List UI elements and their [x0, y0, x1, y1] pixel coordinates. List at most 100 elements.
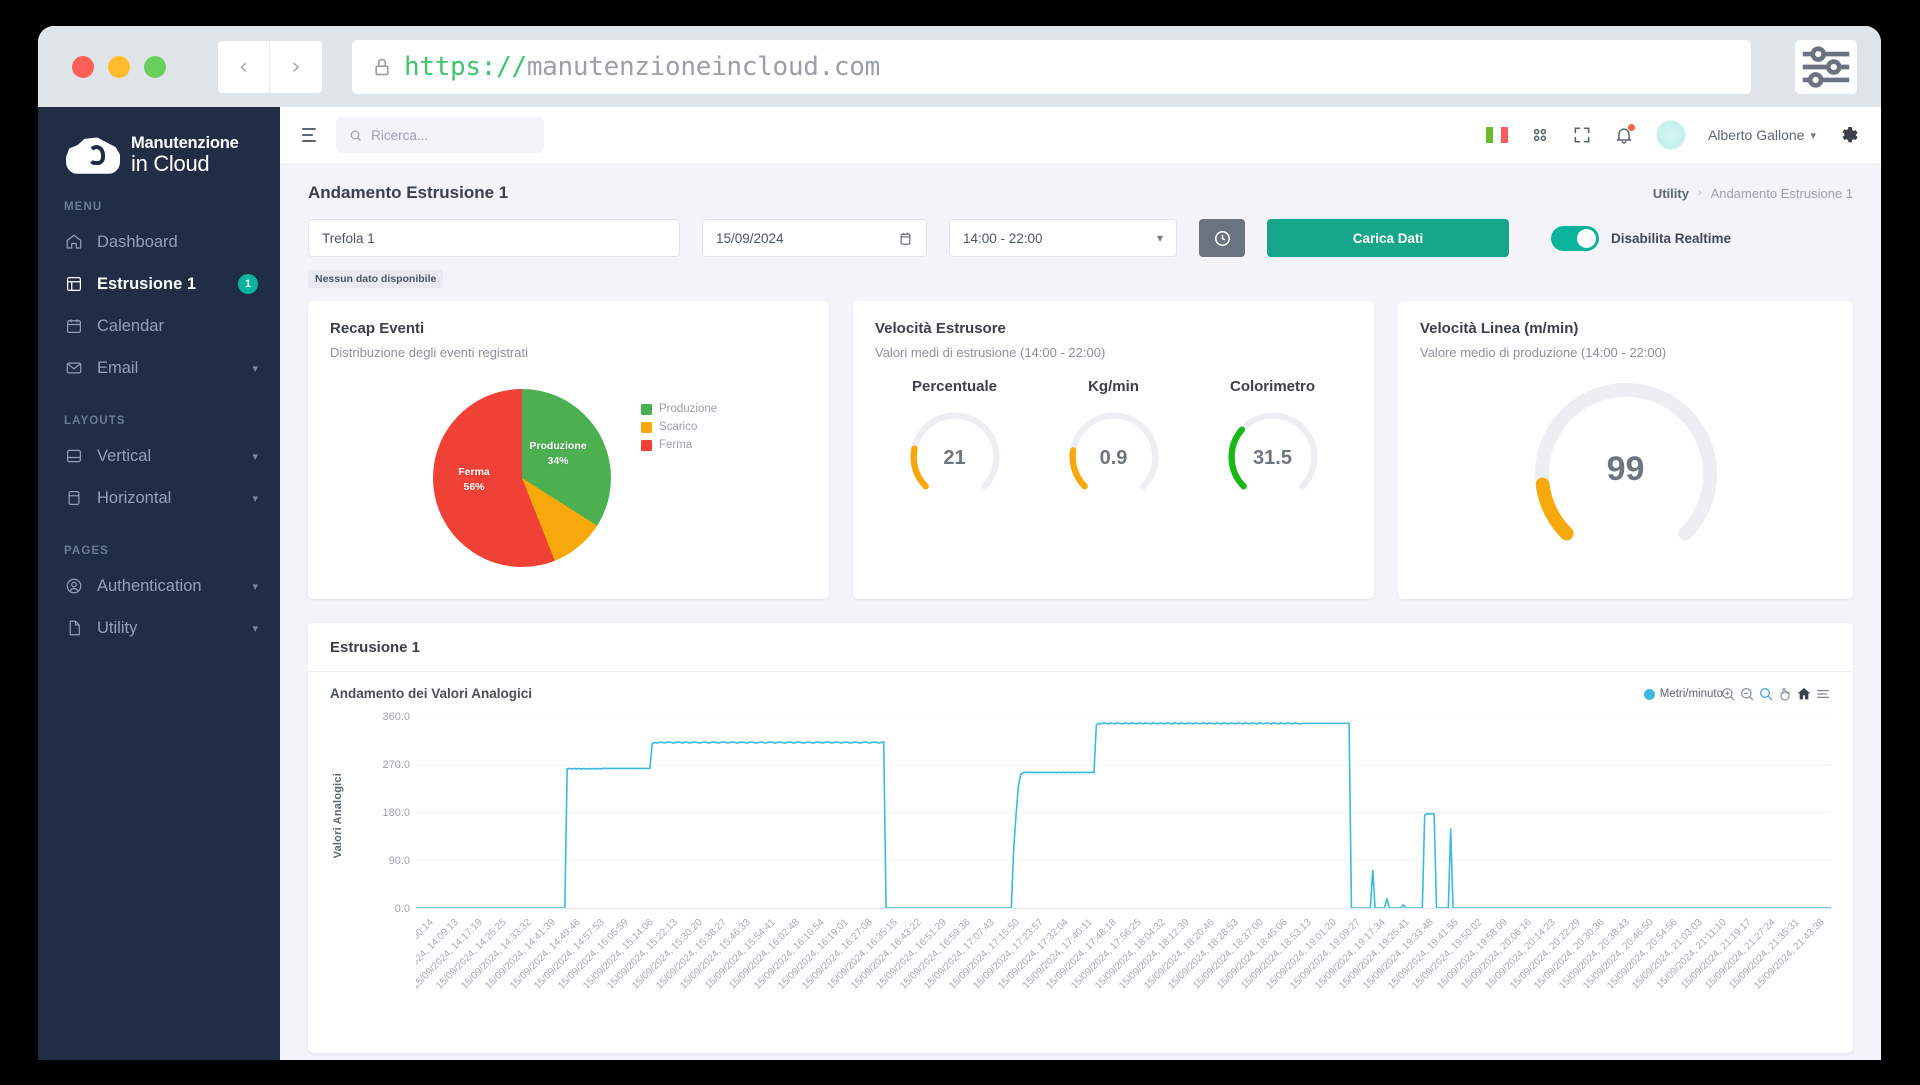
zoom-out-icon[interactable]	[1739, 686, 1755, 702]
sidebar-item-label: Dashboard	[97, 232, 178, 251]
carica-dati-button[interactable]: Carica Dati	[1267, 219, 1509, 257]
no-data-chip: Nessun dato disponibile	[308, 270, 444, 288]
gauge-dial: 31.5	[1219, 403, 1327, 495]
legend-color-swatch	[1643, 688, 1655, 700]
grid-icon	[64, 275, 83, 294]
bell-icon[interactable]	[1614, 124, 1635, 145]
sidebar-item-label: Horizontal	[97, 488, 172, 507]
sidebar-item-label: Authentication	[97, 576, 202, 595]
line-plot[interactable]	[416, 717, 1831, 909]
sidebar-toggle-icon[interactable]	[298, 124, 320, 147]
clock-icon	[1214, 230, 1230, 246]
sidebar-item-calendar[interactable]: Calendar	[38, 305, 280, 347]
disabilita-realtime-toggle[interactable]	[1551, 225, 1599, 251]
gauge-dial: 0.9	[1060, 403, 1168, 495]
time-range-select[interactable]: 14:00 - 22:00 ▾	[949, 219, 1177, 257]
search-icon	[350, 130, 361, 141]
sliders-icon	[1802, 45, 1850, 88]
sidebar-item-email[interactable]: Email ▾	[38, 347, 280, 389]
brand-line-1: Manutenzione	[131, 134, 239, 152]
sidebar-item-authentication[interactable]: Authentication ▾	[38, 565, 280, 607]
sidebar-item-dashboard[interactable]: Dashboard	[38, 221, 280, 263]
chevron-down-icon[interactable]: ▾	[252, 362, 258, 375]
forward-button[interactable]: ›	[270, 40, 322, 93]
pie-legend: Produzione Scarico Ferma	[641, 403, 717, 457]
series-metri-minuto	[416, 723, 1831, 908]
gauge-label: Percentuale	[911, 378, 998, 395]
pie-slice-label-ferma: Ferma 56%	[458, 466, 490, 494]
search-input[interactable]	[371, 127, 531, 143]
breadcrumb-separator-icon: ›	[1697, 187, 1702, 199]
linea-card-subtitle: Valore medio di produzione (14:00 - 22:0…	[1420, 345, 1667, 360]
clock-button[interactable]	[1199, 219, 1245, 257]
back-button[interactable]: ‹	[218, 40, 270, 93]
sidebar-section-pages: PAGES	[64, 545, 109, 558]
legend-color-swatch	[641, 403, 652, 415]
file-icon	[64, 619, 83, 638]
chart-toolbar: Metri/minuto	[1643, 686, 1831, 702]
legend-color-swatch	[641, 421, 652, 433]
gauge-kg-min: Kg/min 0.9	[1034, 378, 1193, 495]
chart-body: Andamento dei Valori Analogici Metri/min…	[308, 672, 1853, 1053]
chevron-down-icon[interactable]: ▾	[252, 492, 258, 505]
pan-icon[interactable]	[1777, 686, 1793, 702]
close-window-button[interactable]	[72, 55, 94, 78]
user-name[interactable]: Alberto Gallone	[1708, 127, 1805, 143]
zoom-in-icon[interactable]	[1720, 686, 1736, 702]
realtime-label: Disabilita Realtime	[1611, 230, 1732, 246]
chevron-down-icon[interactable]: ▾	[252, 450, 258, 463]
chevron-down-icon[interactable]: ▾	[1810, 129, 1816, 142]
cloud-wrench-logo-icon	[66, 137, 120, 174]
selection-zoom-icon[interactable]	[1758, 686, 1774, 702]
fullscreen-icon[interactable]	[1572, 125, 1592, 145]
browser-settings-button[interactable]	[1795, 39, 1857, 94]
chevron-down-icon[interactable]: ▾	[252, 580, 258, 593]
reset-home-icon[interactable]	[1796, 686, 1812, 702]
estrusione-chart-card: Estrusione 1 Andamento dei Valori Analog…	[308, 623, 1853, 1053]
url-scheme: https://	[404, 51, 527, 82]
gear-icon[interactable]	[1838, 125, 1859, 146]
sidebar-item-horizontal[interactable]: Horizontal ▾	[38, 477, 280, 519]
apps-grid-icon[interactable]	[1530, 125, 1550, 145]
gridlines	[416, 717, 1831, 861]
sidebar-item-estrusione-1[interactable]: Estrusione 1 1	[38, 263, 280, 305]
sidebar-item-utility[interactable]: Utility ▾	[38, 607, 280, 649]
avatar[interactable]	[1655, 120, 1686, 150]
menu-icon[interactable]	[1815, 686, 1831, 702]
realtime-toggle-group[interactable]: Disabilita Realtime	[1551, 225, 1732, 251]
url-text: https://manutenzioneincloud.com	[404, 52, 880, 82]
date-input[interactable]: 15/09/2024	[702, 219, 927, 257]
chevron-down-icon[interactable]: ▾	[252, 622, 258, 635]
gauge-label: Colorimetro	[1229, 378, 1315, 395]
trefola-select[interactable]: Trefola 1	[308, 219, 680, 257]
maximize-window-button[interactable]	[144, 55, 166, 78]
legend-label: Scarico	[659, 421, 698, 433]
window-controls[interactable]	[72, 55, 166, 78]
minimize-window-button[interactable]	[108, 55, 130, 78]
url-host: manutenzioneincloud.com	[526, 51, 880, 82]
calendar-picker-icon[interactable]	[898, 231, 913, 246]
breadcrumb-parent[interactable]: Utility	[1653, 186, 1689, 201]
gauge-value: 0.9	[1099, 447, 1128, 469]
pie-legend-item[interactable]: Produzione	[641, 403, 717, 415]
page-content: Andamento Estrusione 1 Utility › Andamen…	[280, 163, 1881, 1060]
lock-icon	[375, 58, 389, 75]
sidebar-item-vertical[interactable]: Vertical ▾	[38, 435, 280, 477]
y-axis-tick-label: 0.0	[394, 903, 410, 915]
address-bar[interactable]: https://manutenzioneincloud.com	[352, 39, 1751, 94]
chart-legend[interactable]: Metri/minuto	[1643, 688, 1723, 700]
sidebar-section-menu: MENU	[64, 201, 103, 214]
search-box[interactable]	[336, 117, 544, 153]
main-column: Alberto Gallone ▾ Andamento Estrusione 1	[280, 107, 1881, 1060]
chevron-down-icon: ▾	[1156, 231, 1163, 245]
italy-flag-icon[interactable]	[1485, 127, 1508, 143]
pie-legend-item[interactable]: Ferma	[641, 439, 717, 451]
pie-legend-item[interactable]: Scarico	[641, 421, 717, 433]
velocita-estrusore-card: Velocità Estrusore Valori medi di estrus…	[853, 301, 1374, 599]
breadcrumb: Utility › Andamento Estrusione 1	[1653, 186, 1853, 201]
breadcrumb-current: Andamento Estrusione 1	[1710, 185, 1853, 201]
brand-logo[interactable]: Manutenzione in Cloud	[38, 127, 280, 175]
recap-eventi-card: Recap Eventi Distribuzione degli eventi …	[308, 301, 829, 599]
browser-chrome: ‹ › https://manutenzioneincloud.com	[38, 26, 1881, 107]
browser-navigation[interactable]: ‹ ›	[218, 40, 322, 93]
